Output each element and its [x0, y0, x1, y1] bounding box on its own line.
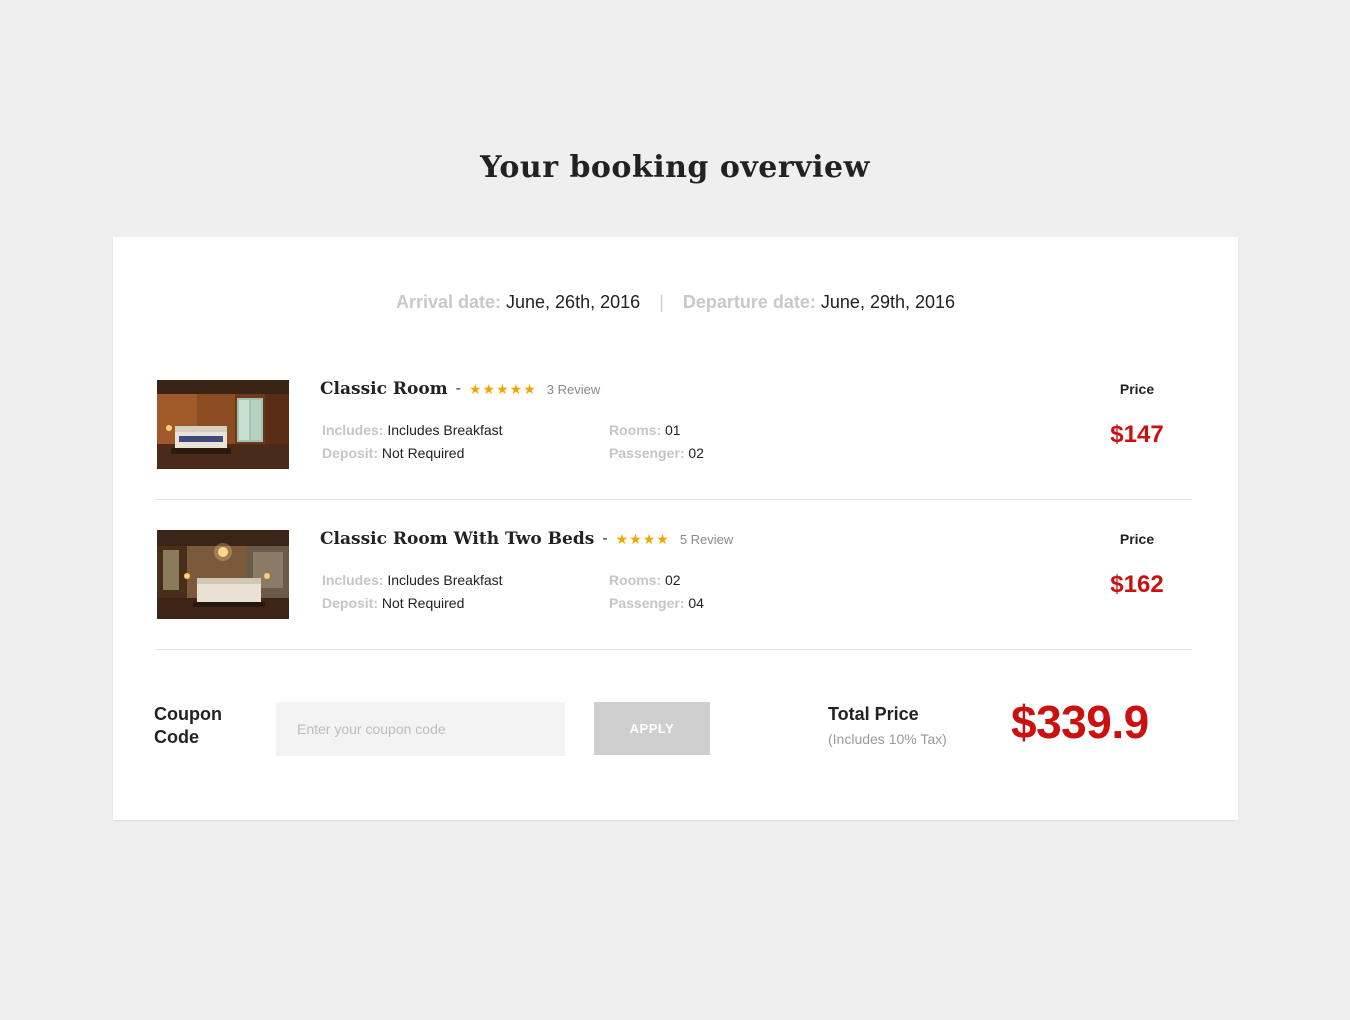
coupon-input[interactable]: [276, 702, 565, 756]
passenger-row: Passenger: 02: [609, 442, 704, 465]
passenger-value: 04: [688, 595, 704, 611]
room-name[interactable]: Classic Room: [320, 379, 448, 399]
deposit-row: Deposit: Not Required: [322, 442, 503, 465]
booking-card: Arrival date: June, 26th, 2016 | Departu…: [113, 237, 1238, 820]
stay-dates: Arrival date: June, 26th, 2016 | Departu…: [113, 292, 1238, 313]
rooms-row: Rooms: 01: [609, 419, 704, 442]
rooms-row: Rooms: 02: [609, 569, 704, 592]
rooms-value: 02: [665, 572, 681, 588]
arrival-date-label: Arrival date:: [395, 292, 501, 312]
total-price-value: $339.9: [1011, 696, 1149, 748]
price-value: $147: [1110, 421, 1164, 448]
star-rating-icon: ★★★★★: [469, 380, 537, 397]
deposit-value: Not Required: [381, 445, 465, 461]
includes-row: Includes: Includes Breakfast: [322, 569, 503, 592]
deposit-label: Deposit:: [322, 595, 378, 611]
deposit-row: Deposit: Not Required: [322, 592, 503, 615]
room-details-right: Rooms: 02 Passenger: 04: [609, 569, 704, 615]
room-item: Classic Room - ★★★★★ 3 Review Includes: …: [156, 379, 1192, 500]
departure-date-value: June, 29th, 2016: [820, 292, 956, 312]
name-dash: -: [455, 380, 461, 397]
passenger-value: 02: [688, 445, 704, 461]
date-separator: |: [659, 292, 664, 312]
includes-value: Includes Breakfast: [387, 422, 503, 438]
room-details-left: Includes: Includes Breakfast Deposit: No…: [322, 419, 503, 465]
room-price: Price $147: [1102, 379, 1172, 449]
room-thumbnail[interactable]: [157, 380, 289, 469]
room-item: Classic Room With Two Beds - ★★★★ 5 Revi…: [156, 529, 1192, 650]
room-details-left: Includes: Includes Breakfast Deposit: No…: [322, 569, 503, 615]
apply-coupon-button[interactable]: APPLY: [594, 702, 710, 755]
deposit-label: Deposit:: [322, 445, 378, 461]
room-header: Classic Room - ★★★★★ 3 Review: [320, 379, 600, 399]
includes-row: Includes: Includes Breakfast: [322, 419, 503, 442]
rooms-label: Rooms:: [609, 572, 662, 588]
includes-label: Includes:: [322, 572, 384, 588]
price-label: Price: [1119, 381, 1155, 397]
price-value: $162: [1110, 571, 1164, 598]
rooms-value: 01: [665, 422, 681, 438]
rooms-label: Rooms:: [609, 422, 662, 438]
room-name[interactable]: Classic Room With Two Beds: [320, 529, 594, 549]
passenger-label: Passenger:: [609, 595, 685, 611]
room-header: Classic Room With Two Beds - ★★★★ 5 Revi…: [320, 529, 733, 549]
coupon-label: Coupon Code: [154, 704, 222, 747]
includes-value: Includes Breakfast: [387, 572, 503, 588]
review-count[interactable]: 3 Review: [547, 382, 600, 397]
price-label: Price: [1119, 531, 1155, 547]
room-price: Price $162: [1102, 529, 1172, 599]
deposit-value: Not Required: [381, 595, 465, 611]
arrival-date-value: June, 26th, 2016: [506, 292, 641, 312]
star-rating-icon: ★★★★: [615, 530, 670, 547]
name-dash: -: [602, 530, 608, 547]
departure-date-label: Departure date:: [682, 292, 816, 312]
room-thumbnail[interactable]: [157, 530, 289, 619]
page-title: Your booking overview: [480, 150, 870, 185]
review-count[interactable]: 5 Review: [680, 532, 733, 547]
room-details-right: Rooms: 01 Passenger: 02: [609, 419, 704, 465]
total-price-label: Total Price: [828, 704, 919, 724]
includes-label: Includes:: [322, 422, 384, 438]
passenger-row: Passenger: 04: [609, 592, 704, 615]
passenger-label: Passenger:: [609, 445, 685, 461]
tax-note: (Includes 10% Tax): [828, 731, 947, 747]
